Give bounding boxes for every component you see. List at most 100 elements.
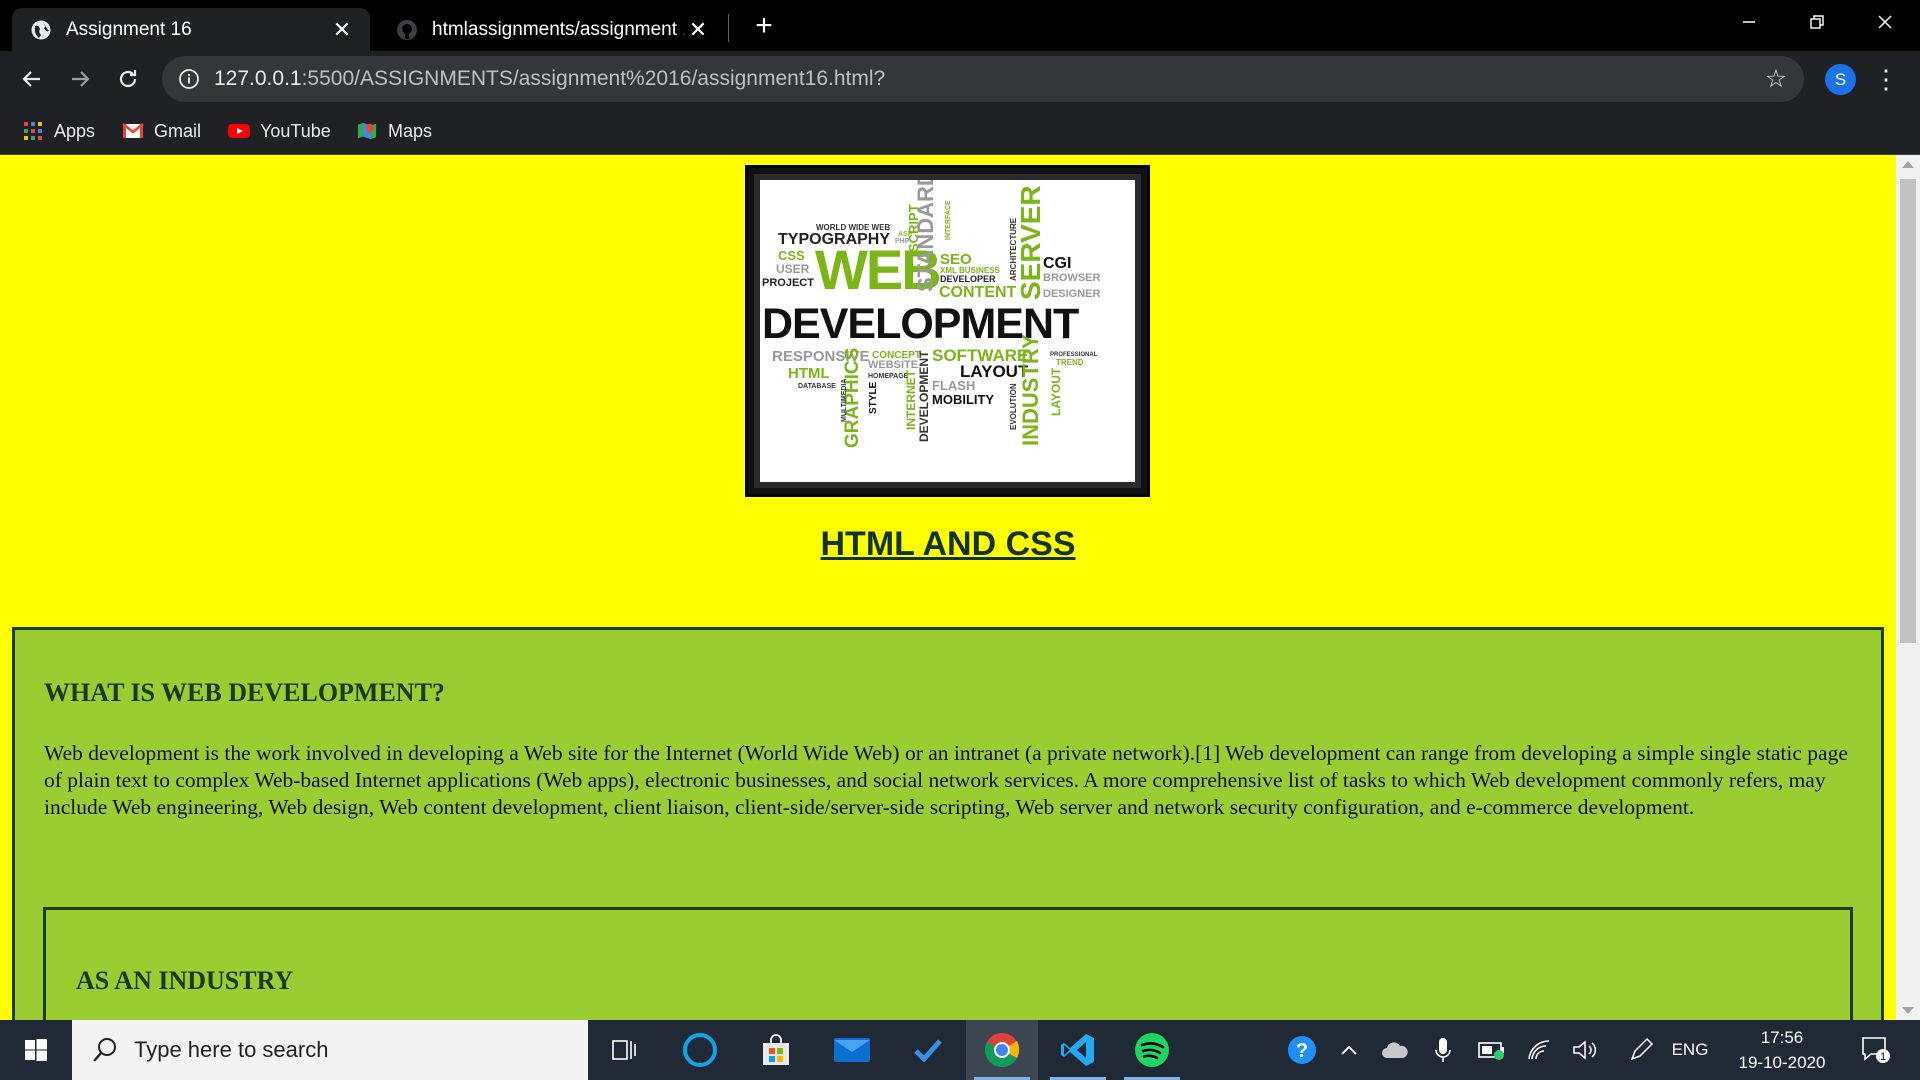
site-info-icon[interactable] xyxy=(178,68,200,90)
svg-text:INDUSTRY: INDUSTRY xyxy=(1018,334,1043,446)
svg-text:STYLE: STYLE xyxy=(868,381,879,414)
page-heading: HTML AND CSS xyxy=(0,525,1896,564)
github-icon xyxy=(396,19,418,41)
taskbar-clock[interactable]: 17:56 19-10-2020 xyxy=(1720,1020,1844,1080)
spotify-icon xyxy=(1135,1033,1169,1067)
close-tab-icon[interactable]: ✕ xyxy=(684,16,712,44)
speaker-icon xyxy=(1573,1040,1597,1060)
svg-text:HTML: HTML xyxy=(788,365,830,382)
svg-text:FLASH: FLASH xyxy=(932,378,975,393)
onedrive-tray-icon[interactable] xyxy=(1378,1020,1412,1080)
svg-text:INTERNET: INTERNET xyxy=(904,369,918,430)
scroll-up-arrow-icon[interactable] xyxy=(1902,161,1914,168)
word-cloud: WORLD WIDE WEB TYPOGRAPHY ASP PHP CSS US… xyxy=(762,180,1101,448)
task-view-button[interactable] xyxy=(588,1020,660,1080)
close-tab-icon[interactable]: ✕ xyxy=(328,16,356,44)
bookmark-youtube[interactable]: YouTube xyxy=(228,116,331,146)
reload-button[interactable] xyxy=(110,61,146,97)
show-hidden-icons-chevron-icon[interactable] xyxy=(1334,1020,1364,1080)
clock-date: 19-10-2020 xyxy=(1738,1053,1826,1072)
industry-subsection: AS AN INDUSTRY xyxy=(43,907,1853,1020)
clock-time: 17:56 xyxy=(1760,1028,1804,1047)
more-menu-icon[interactable]: ⋮ xyxy=(1870,63,1902,95)
vertical-scrollbar[interactable] xyxy=(1896,155,1920,1020)
bookmark-gmail[interactable]: Gmail xyxy=(122,116,201,146)
tab-assignment-16[interactable]: Assignment 16 ✕ xyxy=(12,8,370,51)
apps-grid-icon xyxy=(24,122,42,140)
wifi-tray-icon[interactable] xyxy=(1522,1020,1556,1080)
chrome-taskbar-button[interactable] xyxy=(966,1020,1038,1080)
tab-title: Assignment 16 xyxy=(66,18,192,40)
vscode-taskbar-button[interactable] xyxy=(1042,1020,1114,1080)
notification-count: 1 xyxy=(1880,1051,1886,1063)
search-placeholder: Type here to search xyxy=(134,1037,329,1062)
svg-text:DEVELOPMENT: DEVELOPMENT xyxy=(917,350,931,442)
back-arrow-icon xyxy=(22,71,40,87)
bookmark-maps[interactable]: Maps xyxy=(356,116,432,146)
forward-button[interactable] xyxy=(62,61,98,97)
tab-title: htmlassignments/assignment 16 xyxy=(432,18,684,40)
start-button[interactable] xyxy=(0,1020,72,1080)
search-icon xyxy=(93,1038,116,1062)
svg-text:BROWSER: BROWSER xyxy=(1043,272,1101,284)
action-center-button[interactable]: 1 xyxy=(1852,1020,1900,1080)
profile-avatar[interactable]: S xyxy=(1825,64,1856,95)
cortana-icon xyxy=(683,1033,717,1067)
restore-button[interactable] xyxy=(1782,0,1852,44)
cortana-button[interactable] xyxy=(664,1020,736,1080)
store-icon xyxy=(763,1034,789,1065)
microsoft-store-button[interactable] xyxy=(740,1020,812,1080)
scrollbar-thumb[interactable] xyxy=(1900,179,1916,643)
svg-text:SERVER: SERVER xyxy=(1015,185,1046,300)
spotify-taskbar-button[interactable] xyxy=(1116,1020,1188,1080)
close-icon xyxy=(1878,15,1892,29)
close-window-button[interactable] xyxy=(1850,0,1920,44)
volume-tray-icon[interactable] xyxy=(1568,1020,1602,1080)
restore-icon xyxy=(1810,15,1824,29)
new-tab-button[interactable]: + xyxy=(748,9,780,42)
todo-button[interactable] xyxy=(892,1020,964,1080)
section-title: WHAT IS WEB DEVELOPMENT? xyxy=(44,678,445,707)
tab-divider xyxy=(728,14,729,42)
address-bar[interactable]: 127.0.0.1:5500/ASSIGNMENTS/assignment%20… xyxy=(162,56,1804,102)
mail-button[interactable] xyxy=(816,1020,888,1080)
pen-tray-icon[interactable] xyxy=(1624,1020,1658,1080)
task-view-icon xyxy=(612,1040,636,1060)
minimize-button[interactable] xyxy=(1714,0,1784,44)
svg-text:CONTENT: CONTENT xyxy=(939,284,1017,301)
url-text[interactable]: 127.0.0.1:5500/ASSIGNMENTS/assignment%20… xyxy=(214,56,885,102)
minimize-icon xyxy=(1743,21,1755,23)
subsection-title: AS AN INDUSTRY xyxy=(76,966,294,995)
svg-text:WEBSITE: WEBSITE xyxy=(868,359,918,371)
reload-icon xyxy=(119,70,137,88)
svg-text:MOBILITY: MOBILITY xyxy=(932,392,994,407)
gmail-icon xyxy=(122,122,144,138)
svg-text:DESIGNER: DESIGNER xyxy=(1043,288,1101,300)
bookmark-label: Apps xyxy=(54,120,96,141)
scroll-down-arrow-icon[interactable] xyxy=(1902,1007,1914,1014)
microphone-icon xyxy=(1435,1038,1451,1062)
bookmarks-bar: Apps Gmail YouTube Maps xyxy=(0,108,1920,155)
svg-text:?: ? xyxy=(1296,1040,1308,1062)
bookmark-label: YouTube xyxy=(260,120,331,141)
tab-github[interactable]: htmlassignments/assignment 16 ✕ xyxy=(378,8,726,51)
battery-tray-icon[interactable] xyxy=(1474,1020,1510,1080)
taskbar-search-box[interactable]: Type here to search xyxy=(72,1020,588,1080)
svg-text:HOMEPAGE: HOMEPAGE xyxy=(868,373,909,380)
bookmark-star-icon[interactable]: ☆ xyxy=(1762,65,1790,93)
svg-text:SCRIPT: SCRIPT xyxy=(906,204,921,252)
language-indicator[interactable]: ENG xyxy=(1668,1020,1712,1080)
wifi-icon xyxy=(1528,1040,1550,1060)
windows-taskbar: Type here to search ? ENG 17:56 19-10-20… xyxy=(0,1020,1920,1080)
section-body: Web development is the work involved in … xyxy=(44,741,1848,819)
back-button[interactable] xyxy=(14,61,50,97)
help-tray-icon[interactable]: ? xyxy=(1282,1020,1322,1080)
tab-strip: Assignment 16 ✕ htmlassignments/assignme… xyxy=(0,0,1920,51)
microphone-tray-icon[interactable] xyxy=(1426,1020,1460,1080)
svg-text:LAYOUT: LAYOUT xyxy=(1049,367,1063,416)
bookmark-apps[interactable]: Apps xyxy=(22,116,95,146)
browser-toolbar: 127.0.0.1:5500/ASSIGNMENTS/assignment%20… xyxy=(0,51,1920,108)
notification-icon: 1 xyxy=(1862,1037,1890,1063)
cloud-icon xyxy=(1382,1042,1408,1058)
html-and-css-link[interactable]: HTML AND CSS xyxy=(821,525,1076,563)
